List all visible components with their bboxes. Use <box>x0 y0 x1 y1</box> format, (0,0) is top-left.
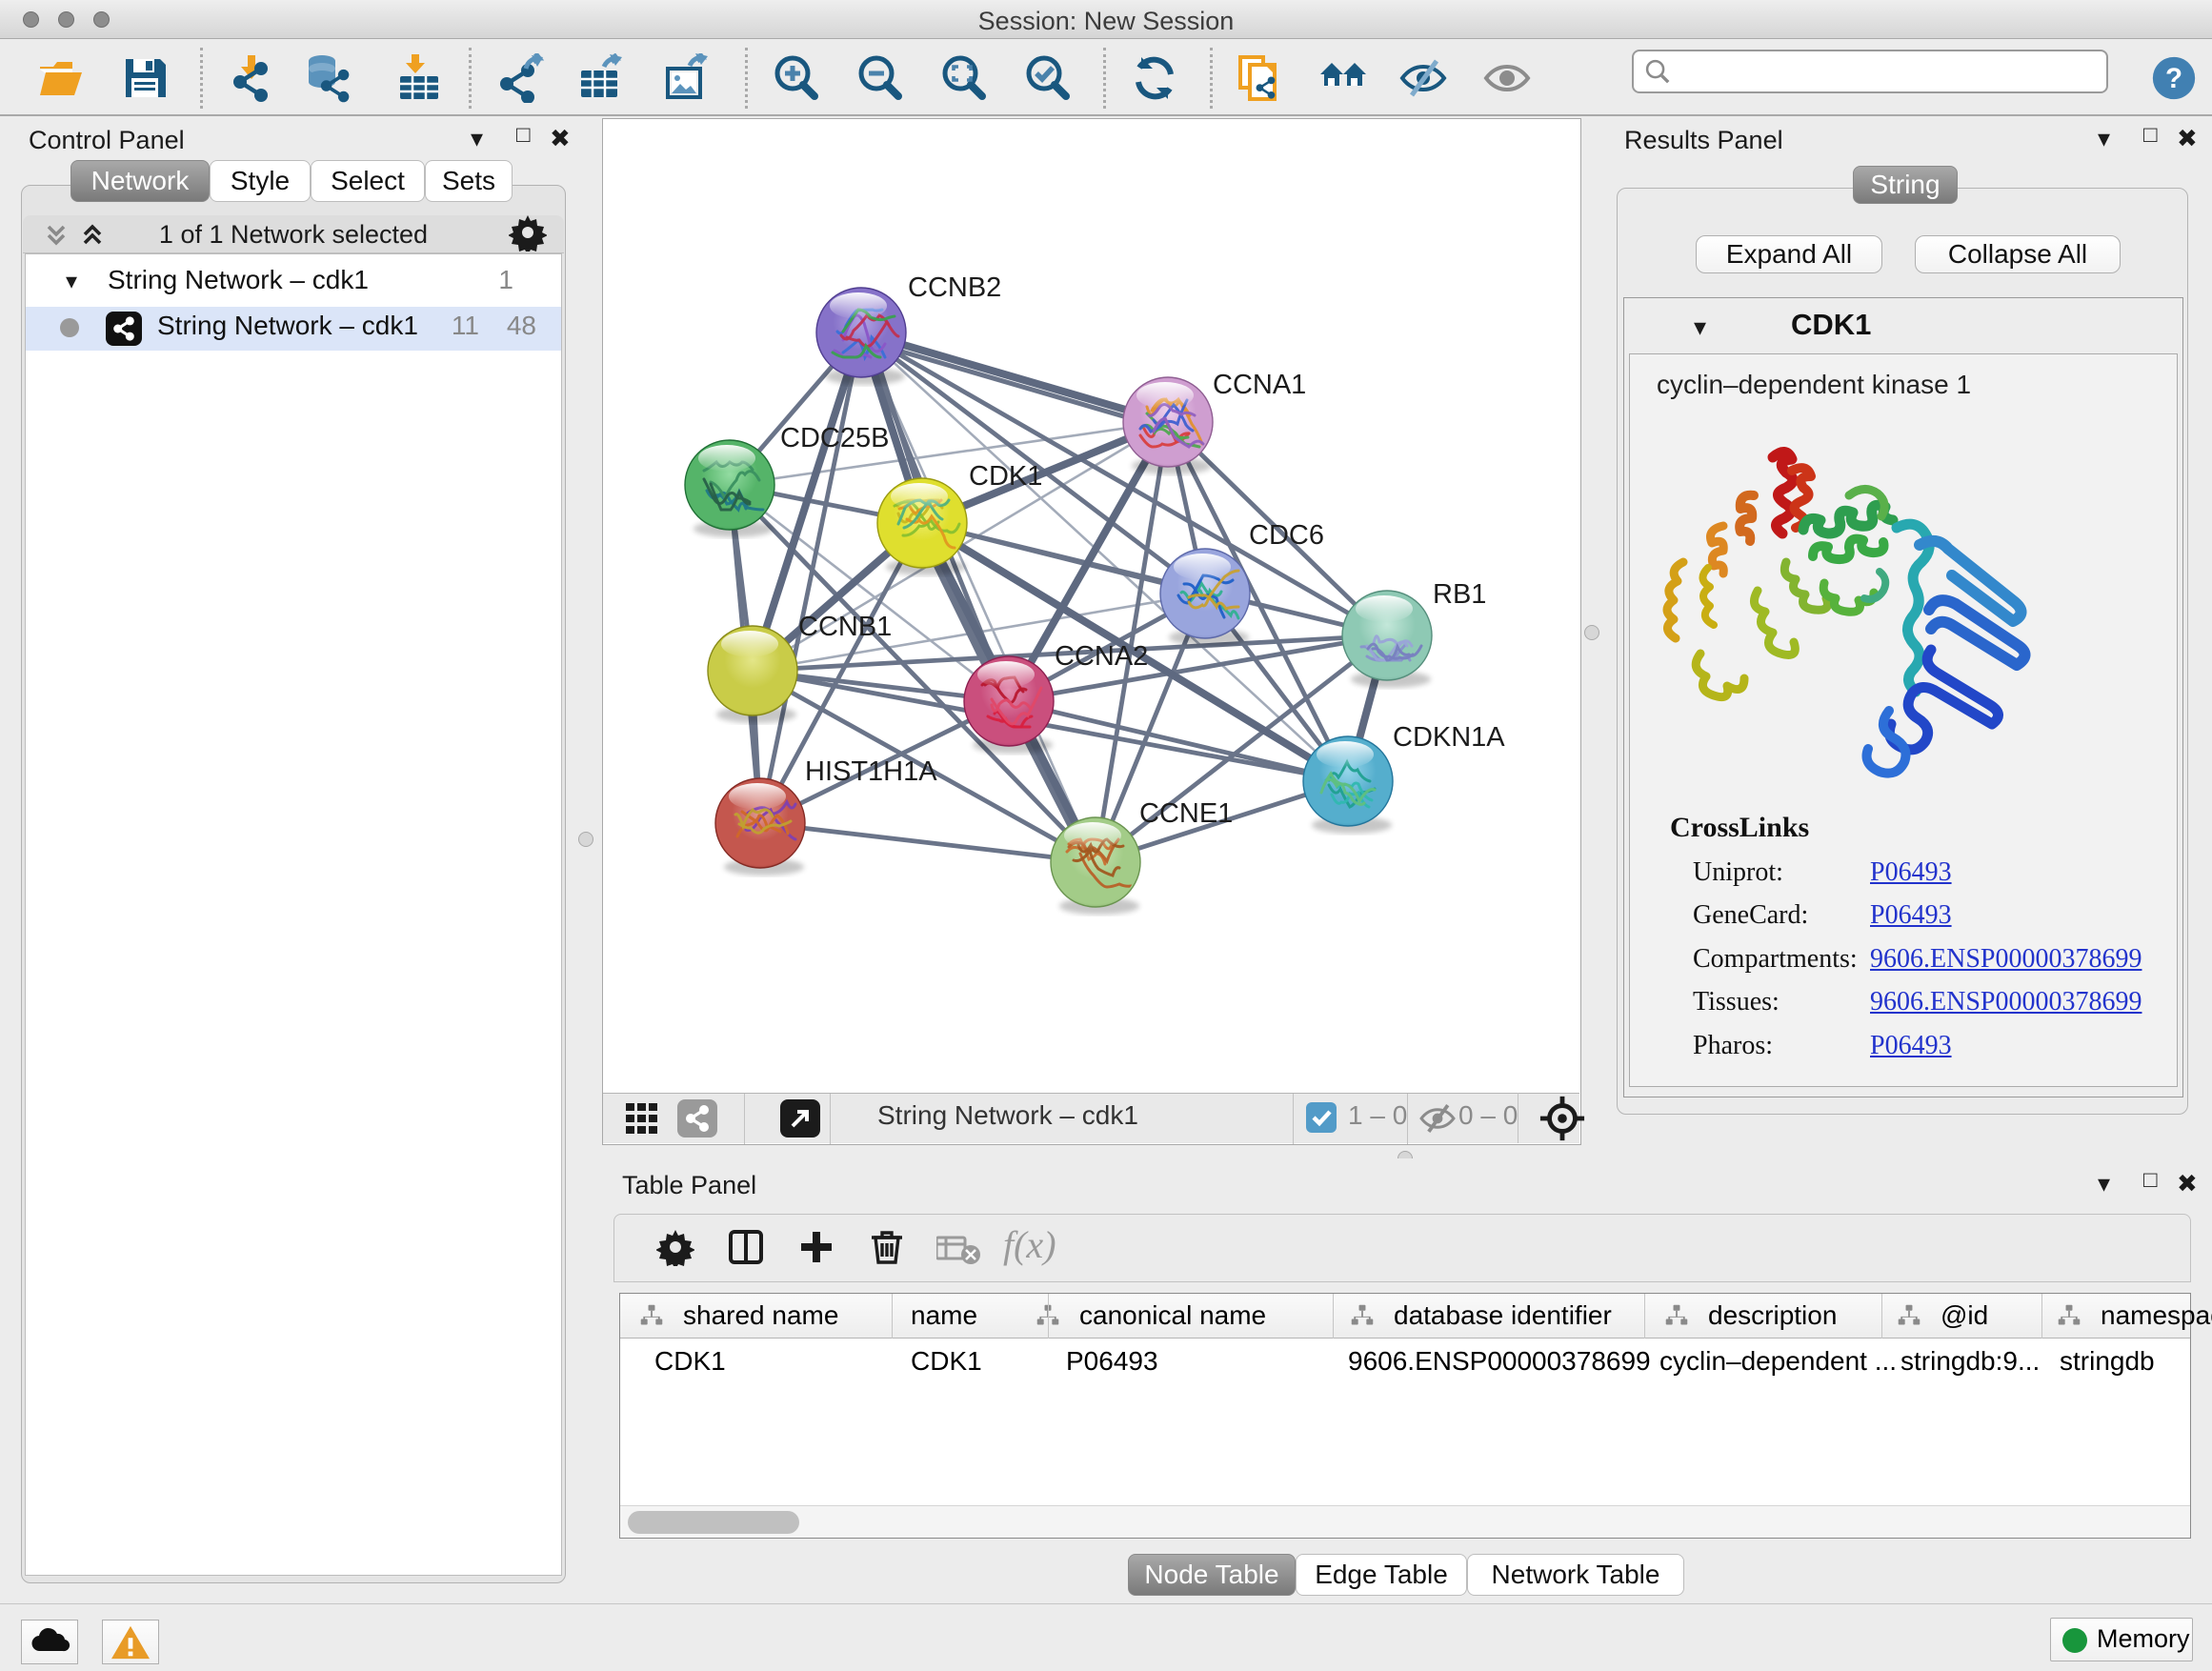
svg-text:RB1: RB1 <box>1433 579 1486 610</box>
svg-text:CCNA1: CCNA1 <box>1213 370 1306 400</box>
svg-text:CCNE1: CCNE1 <box>1139 798 1233 829</box>
svg-text:CCNB1: CCNB1 <box>798 612 892 642</box>
svg-text:CDK1: CDK1 <box>969 461 1042 492</box>
svg-text:CDC25B: CDC25B <box>780 423 889 453</box>
svg-text:CCNB2: CCNB2 <box>908 272 1001 303</box>
svg-text:?: ? <box>2165 63 2182 94</box>
svg-text:CDC6: CDC6 <box>1249 520 1324 551</box>
svg-text:CCNA2: CCNA2 <box>1055 641 1148 672</box>
svg-text:CDKN1A: CDKN1A <box>1393 722 1505 753</box>
svg-text:HIST1H1A: HIST1H1A <box>805 756 937 787</box>
